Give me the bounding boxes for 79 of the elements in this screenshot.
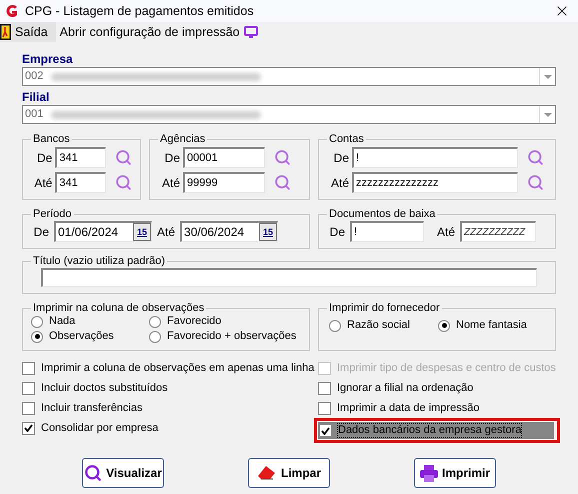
checkbox[interactable] — [318, 382, 331, 394]
checkbox[interactable] — [318, 402, 331, 414]
action-button[interactable]: Limpar — [248, 458, 330, 488]
group-title: Imprimir na coluna de observações — [32, 302, 206, 315]
calendar-button[interactable]: 15 — [259, 223, 278, 241]
radio-option[interactable]: Favorecido + observações — [149, 330, 301, 343]
monitor-icon — [244, 26, 258, 38]
action-button[interactable]: Imprimir — [414, 458, 496, 488]
text-field[interactable]: 341 — [55, 147, 106, 168]
caret-icon — [544, 74, 552, 78]
date-field[interactable]: 30/06/2024 15 — [180, 221, 278, 242]
field-label: De — [332, 150, 349, 166]
field-label: Até — [160, 174, 180, 192]
checkbox[interactable] — [22, 382, 35, 394]
search-icon[interactable] — [274, 174, 291, 191]
radio-option[interactable]: Nada — [31, 315, 149, 328]
text-field[interactable]: ! — [352, 147, 518, 168]
text-field[interactable]: 00001 — [183, 147, 265, 168]
menu-item[interactable]: Abrir configuração de impressão — [56, 22, 266, 42]
radio-option[interactable]: Razão social — [329, 319, 438, 332]
checkbox[interactable] — [319, 424, 332, 437]
search-icon[interactable] — [274, 149, 291, 166]
eraser-icon — [256, 465, 277, 481]
text-field[interactable]: ZZZZZZZZZZ — [460, 221, 536, 242]
field-label: Filial — [22, 90, 50, 105]
field-label: Empresa — [22, 52, 74, 67]
printer-icon — [420, 464, 438, 482]
door-icon — [0, 24, 11, 40]
caret-icon — [544, 112, 552, 116]
checkbox-label[interactable]: Incluir doctos substituídos — [41, 382, 168, 394]
group-title: Título (vazio utiliza padrão) — [32, 255, 166, 268]
group-title: Período — [32, 208, 73, 221]
search-icon[interactable] — [115, 174, 132, 191]
window-title: CPG - Listagem de pagamentos emitidos — [25, 2, 255, 20]
radio-option[interactable]: Nome fantasia — [438, 319, 547, 332]
radio-button[interactable] — [149, 330, 161, 342]
radio-button[interactable] — [31, 330, 43, 342]
group-title: Imprimir do fornecedor — [328, 302, 441, 315]
checkbox-label[interactable]: Imprimir a data de impressão — [337, 402, 480, 414]
text-field[interactable]: zzzzzzzzzzzzzzz — [352, 172, 518, 193]
field-label: De — [164, 150, 180, 166]
field-label: De — [36, 150, 52, 166]
search-icon[interactable] — [527, 174, 544, 191]
checkbox-label[interactable]: Imprimir a coluna de observações em apenas uma linha — [41, 362, 314, 374]
radio-button[interactable] — [149, 316, 161, 328]
field-label: Até — [157, 224, 176, 240]
group-title: Bancos — [32, 133, 71, 146]
radio-option[interactable]: Observações — [31, 330, 149, 343]
calendar-button[interactable]: 15 — [133, 223, 151, 241]
group-title: Agências — [159, 133, 206, 146]
menu-item[interactable]: Saída — [0, 22, 56, 42]
field-label: De — [32, 224, 49, 240]
text-field[interactable]: 99999 — [183, 172, 265, 193]
checkbox-label[interactable]: Incluir transferências — [41, 402, 142, 414]
search-icon[interactable] — [527, 149, 544, 166]
group-title: Contas — [328, 133, 365, 146]
field-label: De — [328, 224, 345, 240]
search-icon[interactable] — [115, 149, 132, 166]
checkbox-label[interactable]: Dados bancários da empresa gestora — [338, 424, 522, 437]
field-label: Até — [33, 174, 52, 192]
checkbox[interactable] — [22, 422, 35, 434]
date-field[interactable]: 01/06/2024 15 — [54, 221, 152, 242]
logo-icon — [4, 4, 19, 18]
text-field[interactable]: ! — [350, 221, 424, 242]
checkbox-label[interactable]: Consolidar por empresa — [41, 422, 158, 434]
search-icon — [84, 464, 102, 482]
radio-option[interactable]: Favorecido — [149, 315, 301, 328]
checkbox[interactable] — [22, 362, 35, 374]
checkbox-label[interactable]: Ignorar a filial na ordenação — [337, 382, 474, 394]
radio-button[interactable] — [329, 320, 341, 332]
field-label: Até — [437, 224, 456, 240]
radio-button[interactable] — [438, 320, 450, 332]
text-field[interactable]: 341 — [55, 172, 106, 193]
field-label: Até — [330, 174, 349, 192]
action-button[interactable]: Visualizar — [82, 458, 164, 488]
title-field[interactable] — [41, 268, 537, 287]
checkbox[interactable] — [22, 402, 35, 414]
radio-button[interactable] — [31, 316, 43, 328]
group-title: Documentos de baixa — [328, 208, 436, 221]
